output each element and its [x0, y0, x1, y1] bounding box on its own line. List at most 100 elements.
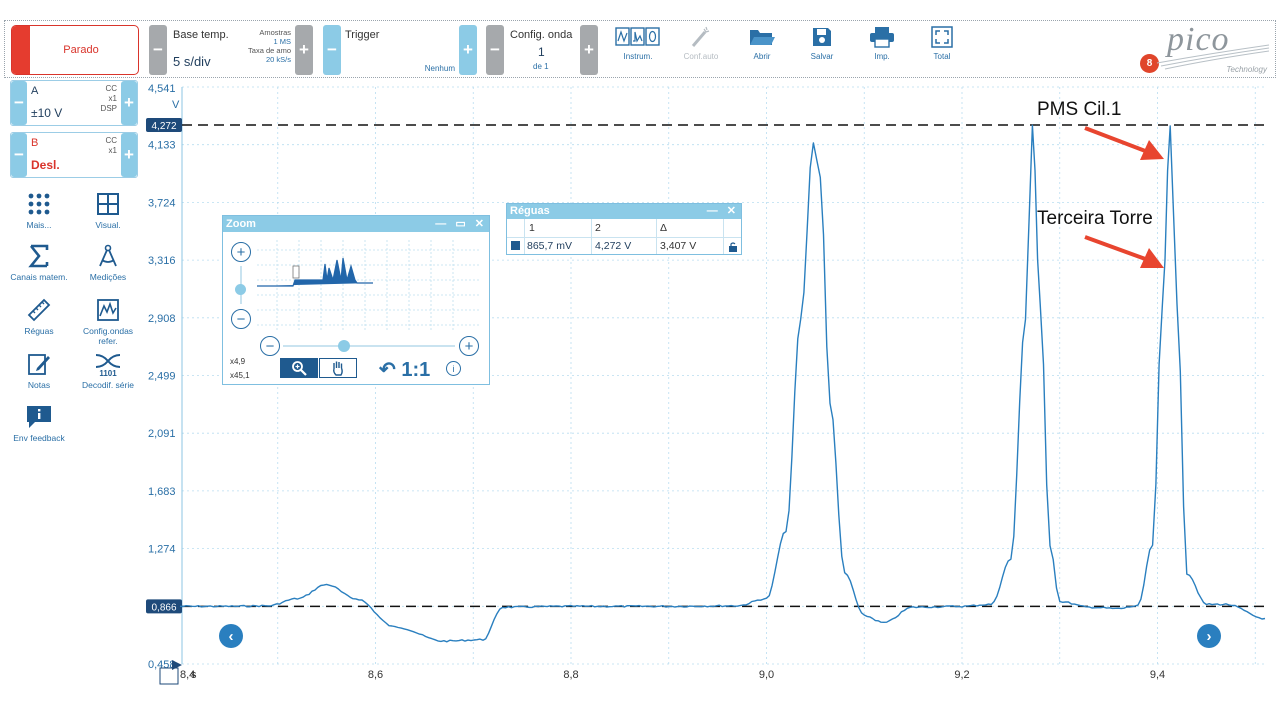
zoom-x-slider-track[interactable]	[283, 345, 455, 347]
marker-low[interactable]: 0,866	[146, 599, 182, 614]
rulers-window-controls[interactable]: — ✕	[707, 204, 739, 219]
print-label: Imp.	[874, 52, 890, 61]
channel-b-name: B	[31, 137, 39, 149]
marker-high[interactable]: 4,272	[146, 118, 182, 133]
samples-info[interactable]: Amostras 1 MS Taxa de amo 20 kS/s	[237, 28, 291, 64]
more-dots-icon	[28, 193, 50, 215]
logo-word: pico	[1167, 21, 1230, 58]
y-tick-label: 2,091	[148, 428, 176, 440]
zoom-x-factor: x4,9	[230, 357, 246, 366]
math-channels-button[interactable]: Canais matem.	[4, 244, 74, 282]
more-button[interactable]: Mais...	[4, 192, 74, 230]
sigma-icon	[28, 244, 49, 268]
fullscreen-button[interactable]: Total	[917, 24, 967, 74]
zoom-x-out-button[interactable]: −	[260, 336, 280, 356]
channel-a-decrease-button[interactable]: −	[11, 81, 27, 125]
zoom-y-slider-handle[interactable]	[235, 284, 246, 295]
channel-b-flags: CC x1	[105, 136, 117, 156]
channel-b-coupling: CC	[105, 136, 117, 145]
y-tick-label: 0,458	[148, 659, 176, 671]
channel-b-decrease-button[interactable]: −	[11, 133, 27, 177]
y-tick-label: 1,683	[148, 486, 176, 498]
waveform-increase-button[interactable]: +	[580, 25, 598, 75]
zoom-reset-label: 1:1	[401, 359, 431, 381]
timebase-decrease-button[interactable]: −	[149, 25, 167, 75]
auto-setup-icon	[691, 26, 710, 47]
timebase-value[interactable]: 5 s/div	[173, 54, 211, 69]
rulers-header-delta: Δ	[660, 222, 668, 234]
annotation-arrow-2	[1084, 235, 1164, 268]
channel-a-control[interactable]: − A ±10 V CC x1 DSP +	[10, 80, 138, 126]
zoom-x-slider-handle[interactable]	[338, 340, 350, 352]
zoom-in-button[interactable]: +	[231, 242, 251, 262]
auto-setup-button[interactable]: Conf.auto	[676, 24, 726, 74]
next-page-button[interactable]: ›	[1197, 624, 1221, 648]
notes-button[interactable]: Notas	[4, 352, 74, 390]
rulers-panel[interactable]: Réguas — ✕ 1 2 Δ 865,7 mV 4,272 V 3,407 …	[506, 203, 742, 255]
zoom-reset-button[interactable]: ↶ 1:1	[379, 357, 430, 382]
prev-page-button[interactable]: ‹	[219, 624, 243, 648]
rulers-panel-title: Réguas	[510, 205, 550, 217]
rate-value: 20 kS/s	[265, 55, 291, 64]
start-stop-button[interactable]: Parado	[11, 25, 139, 75]
x-tick-label: 9,0	[759, 669, 774, 681]
waveform-decrease-button[interactable]: −	[486, 25, 504, 75]
rulers-button[interactable]: Réguas	[4, 298, 74, 336]
lock-icon[interactable]	[728, 242, 738, 252]
x-axis-labels: 8,4 8,6 8,8 9,0 9,2 9,4s	[180, 669, 1165, 681]
ruler-value-1: 865,7 mV	[527, 240, 572, 252]
reference-wave-icon	[97, 299, 119, 321]
y-tick-label: 2,499	[148, 371, 176, 383]
rulers-panel-header[interactable]: Réguas — ✕	[507, 204, 741, 219]
rulers-header-1: 1	[529, 222, 535, 234]
reference-waves-button[interactable]: Config.ondas refer.	[73, 298, 143, 346]
waveform-label: Config. onda	[510, 29, 573, 41]
info-icon[interactable]: i	[446, 361, 461, 376]
channel-a-name: A	[31, 85, 39, 97]
y-tick-label: 3,316	[148, 255, 176, 267]
more-label: Mais...	[26, 220, 52, 230]
serial-decode-button[interactable]: 1101 Decodif. série	[73, 352, 143, 390]
ruler-value-2: 4,272 V	[595, 240, 632, 252]
zoom-overview-preview[interactable]	[257, 240, 481, 330]
feedback-label: Env feedback	[13, 433, 65, 443]
ruler-icon	[27, 298, 51, 322]
scope-plot[interactable]: 4,541 4,133 3,724 3,316 2,908 2,499 2,091 1,683…	[0, 0, 1280, 720]
notes-label: Notas	[27, 380, 51, 390]
zoom-out-button[interactable]: −	[231, 309, 251, 329]
feedback-button[interactable]: Env feedback	[4, 405, 74, 443]
channel-a-increase-button[interactable]: +	[121, 81, 137, 125]
channel-a-swatch	[511, 241, 520, 250]
print-button[interactable]: Imp.	[857, 24, 907, 74]
svg-text:4,272: 4,272	[151, 121, 176, 132]
zoom-overview-panel[interactable]: Zoom — ▭ ✕ + − − + x4,9 x45,1 ↶ 1:1 i	[222, 215, 490, 385]
x-tick-label: 9,4	[1150, 669, 1165, 681]
samples-value: 1 MS	[273, 37, 291, 46]
timebase-increase-button[interactable]: +	[295, 25, 313, 75]
instruments-button[interactable]: Instrum.	[613, 24, 663, 74]
measurements-button[interactable]: Medições	[73, 244, 143, 282]
zoom-panel-header[interactable]: Zoom — ▭ ✕	[223, 216, 489, 232]
hand-icon	[333, 361, 343, 376]
trigger-mode[interactable]: Nenhum	[405, 64, 455, 73]
channel-b-range[interactable]: Desl.	[31, 158, 60, 172]
zoom-tool-toggle[interactable]	[280, 358, 318, 378]
zoom-window-controls[interactable]: — ▭ ✕	[435, 216, 487, 232]
math-channels-label: Canais matem.	[10, 272, 68, 282]
hand-tool-toggle[interactable]	[319, 358, 357, 378]
rulers-label: Réguas	[24, 326, 54, 336]
folder-open-icon	[750, 30, 775, 45]
channel-b-control[interactable]: − B Desl. CC x1 +	[10, 132, 138, 178]
trigger-decrease-button[interactable]: −	[323, 25, 341, 75]
zoom-x-in-button[interactable]: +	[459, 336, 479, 356]
channel-b-increase-button[interactable]: +	[121, 133, 137, 177]
reference-waves-label: Config.ondas refer.	[82, 326, 134, 346]
open-button[interactable]: Abrir	[737, 24, 787, 74]
top-toolbar: Parado − Base temp. 5 s/div Amostras 1 M…	[4, 20, 1276, 78]
trigger-increase-button[interactable]: +	[459, 25, 477, 75]
channel-a-range[interactable]: ±10 V	[31, 106, 62, 120]
save-button[interactable]: Salvar	[797, 24, 847, 74]
view-button[interactable]: Visual.	[73, 192, 143, 230]
logo-sub: Technology	[1226, 65, 1267, 74]
rulers-row-divider	[507, 237, 741, 238]
